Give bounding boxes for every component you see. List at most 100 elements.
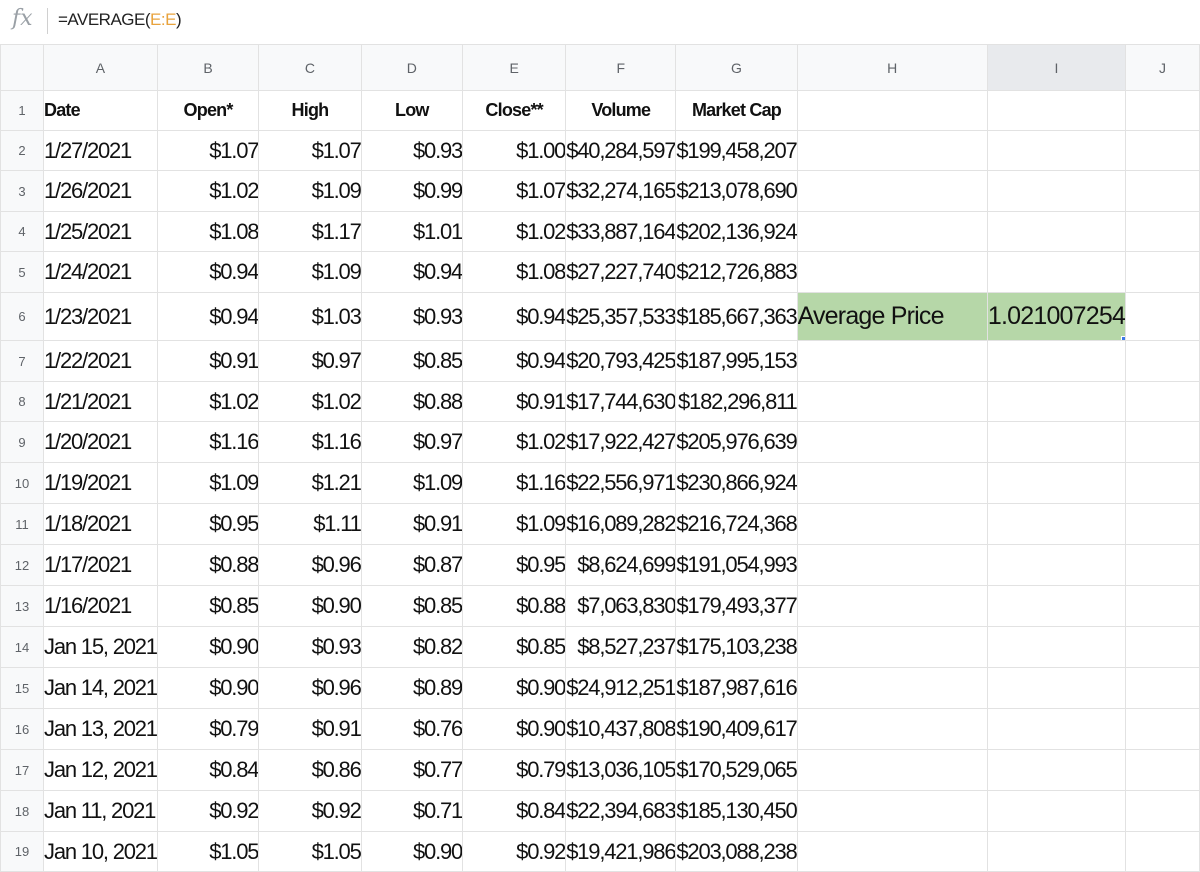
empty-cell[interactable]: [1125, 544, 1200, 586]
row-header[interactable]: 18: [0, 790, 45, 832]
row-header[interactable]: 12: [0, 544, 45, 586]
empty-cell[interactable]: [796, 340, 988, 382]
cell-high[interactable]: $1.09: [258, 251, 362, 293]
cell-open[interactable]: $1.02: [156, 170, 260, 212]
empty-cell[interactable]: [1125, 790, 1200, 832]
cell-low[interactable]: $0.85: [360, 585, 464, 627]
cell-date[interactable]: Jan 13, 2021: [43, 708, 158, 750]
row-header[interactable]: 15: [0, 667, 45, 709]
empty-cell[interactable]: [796, 421, 988, 463]
row-header[interactable]: 3: [0, 170, 45, 212]
cell-open[interactable]: $1.08: [156, 211, 260, 252]
cell-high[interactable]: $1.21: [258, 462, 362, 504]
cell-date[interactable]: 1/23/2021: [43, 292, 158, 341]
cell-date[interactable]: 1/27/2021: [43, 130, 158, 171]
cell-date[interactable]: 1/21/2021: [43, 381, 158, 422]
cell-date[interactable]: 1/17/2021: [43, 544, 158, 586]
empty-cell[interactable]: [986, 90, 1127, 131]
cell-high[interactable]: $1.02: [258, 381, 362, 422]
column-header-d[interactable]: D: [360, 44, 464, 91]
row-header[interactable]: 8: [0, 381, 45, 422]
cell-date[interactable]: 1/25/2021: [43, 211, 158, 252]
row-header[interactable]: 9: [0, 421, 45, 463]
row-header[interactable]: 1: [0, 90, 45, 131]
empty-cell[interactable]: [1125, 667, 1200, 709]
cell-market-cap[interactable]: $185,130,450: [675, 790, 798, 832]
cell-date[interactable]: 1/18/2021: [43, 503, 158, 545]
empty-cell[interactable]: [1125, 462, 1200, 504]
empty-cell[interactable]: [986, 503, 1127, 545]
empty-cell[interactable]: [1125, 749, 1200, 791]
empty-cell[interactable]: [986, 790, 1127, 832]
cell-high[interactable]: $1.09: [258, 170, 362, 212]
empty-cell[interactable]: [1125, 340, 1200, 382]
empty-cell[interactable]: [986, 381, 1127, 422]
column-header-i[interactable]: I: [986, 44, 1127, 91]
empty-cell[interactable]: [796, 130, 988, 171]
empty-cell[interactable]: [796, 790, 988, 832]
empty-cell[interactable]: [796, 211, 988, 252]
cell-volume[interactable]: $22,556,971: [565, 462, 677, 504]
empty-cell[interactable]: [1125, 381, 1200, 422]
cell-close[interactable]: $1.16: [462, 462, 567, 504]
cell-close[interactable]: $0.90: [462, 708, 567, 750]
cell-market-cap[interactable]: $216,724,368: [675, 503, 798, 545]
cell-high[interactable]: $0.96: [258, 667, 362, 709]
cell-volume[interactable]: $22,394,683: [565, 790, 677, 832]
cell-close[interactable]: $0.84: [462, 790, 567, 832]
cell-open[interactable]: $0.88: [156, 544, 260, 586]
empty-cell[interactable]: [796, 251, 988, 293]
cell-low[interactable]: $0.71: [360, 790, 464, 832]
cell-close[interactable]: $1.02: [462, 211, 567, 252]
cell-open[interactable]: $0.95: [156, 503, 260, 545]
cell-volume[interactable]: $8,527,237: [565, 626, 677, 668]
cell-high[interactable]: $0.90: [258, 585, 362, 627]
cell-volume[interactable]: $17,922,427: [565, 421, 677, 463]
cell-market-cap[interactable]: $202,136,924: [675, 211, 798, 252]
empty-cell[interactable]: [1125, 170, 1200, 212]
cell-volume[interactable]: $32,274,165: [565, 170, 677, 212]
header-open[interactable]: Open*: [156, 90, 260, 131]
cell-close[interactable]: $1.09: [462, 503, 567, 545]
cell-high[interactable]: $0.97: [258, 340, 362, 382]
cell-open[interactable]: $0.90: [156, 667, 260, 709]
cell-high[interactable]: $0.92: [258, 790, 362, 832]
empty-cell[interactable]: [796, 381, 988, 422]
cell-market-cap[interactable]: $212,726,883: [675, 251, 798, 293]
column-header-h[interactable]: H: [796, 44, 988, 91]
cell-open[interactable]: $0.92: [156, 790, 260, 832]
cell-low[interactable]: $0.89: [360, 667, 464, 709]
cell-volume[interactable]: $17,744,630: [565, 381, 677, 422]
row-header[interactable]: 13: [0, 585, 45, 627]
empty-cell[interactable]: [986, 211, 1127, 252]
column-header-e[interactable]: E: [462, 44, 567, 91]
empty-cell[interactable]: [986, 749, 1127, 791]
cell-close[interactable]: $1.02: [462, 421, 567, 463]
cell-market-cap[interactable]: $230,866,924: [675, 462, 798, 504]
cell-date[interactable]: 1/22/2021: [43, 340, 158, 382]
cell-high[interactable]: $1.17: [258, 211, 362, 252]
cell-market-cap[interactable]: $187,987,616: [675, 667, 798, 709]
cell-close[interactable]: $1.07: [462, 170, 567, 212]
cell-open[interactable]: $0.85: [156, 585, 260, 627]
cell-low[interactable]: $1.09: [360, 462, 464, 504]
cell-market-cap[interactable]: $175,103,238: [675, 626, 798, 668]
empty-cell[interactable]: [796, 626, 988, 668]
cell-market-cap[interactable]: $199,458,207: [675, 130, 798, 171]
row-header[interactable]: 10: [0, 462, 45, 504]
empty-cell[interactable]: [986, 462, 1127, 504]
row-header[interactable]: 14: [0, 626, 45, 668]
empty-cell[interactable]: [1125, 251, 1200, 293]
cell-date[interactable]: Jan 15, 2021: [43, 626, 158, 668]
cell-low[interactable]: $0.94: [360, 251, 464, 293]
formula-input[interactable]: =AVERAGE(E:E): [58, 10, 182, 30]
cell-close[interactable]: $0.79: [462, 749, 567, 791]
cell-close[interactable]: $1.08: [462, 251, 567, 293]
row-header[interactable]: 4: [0, 211, 45, 252]
row-header[interactable]: 11: [0, 503, 45, 545]
cell-market-cap[interactable]: $213,078,690: [675, 170, 798, 212]
cell-open[interactable]: $0.79: [156, 708, 260, 750]
cell-high[interactable]: $1.11: [258, 503, 362, 545]
cell-open[interactable]: $0.84: [156, 749, 260, 791]
empty-cell[interactable]: [796, 749, 988, 791]
